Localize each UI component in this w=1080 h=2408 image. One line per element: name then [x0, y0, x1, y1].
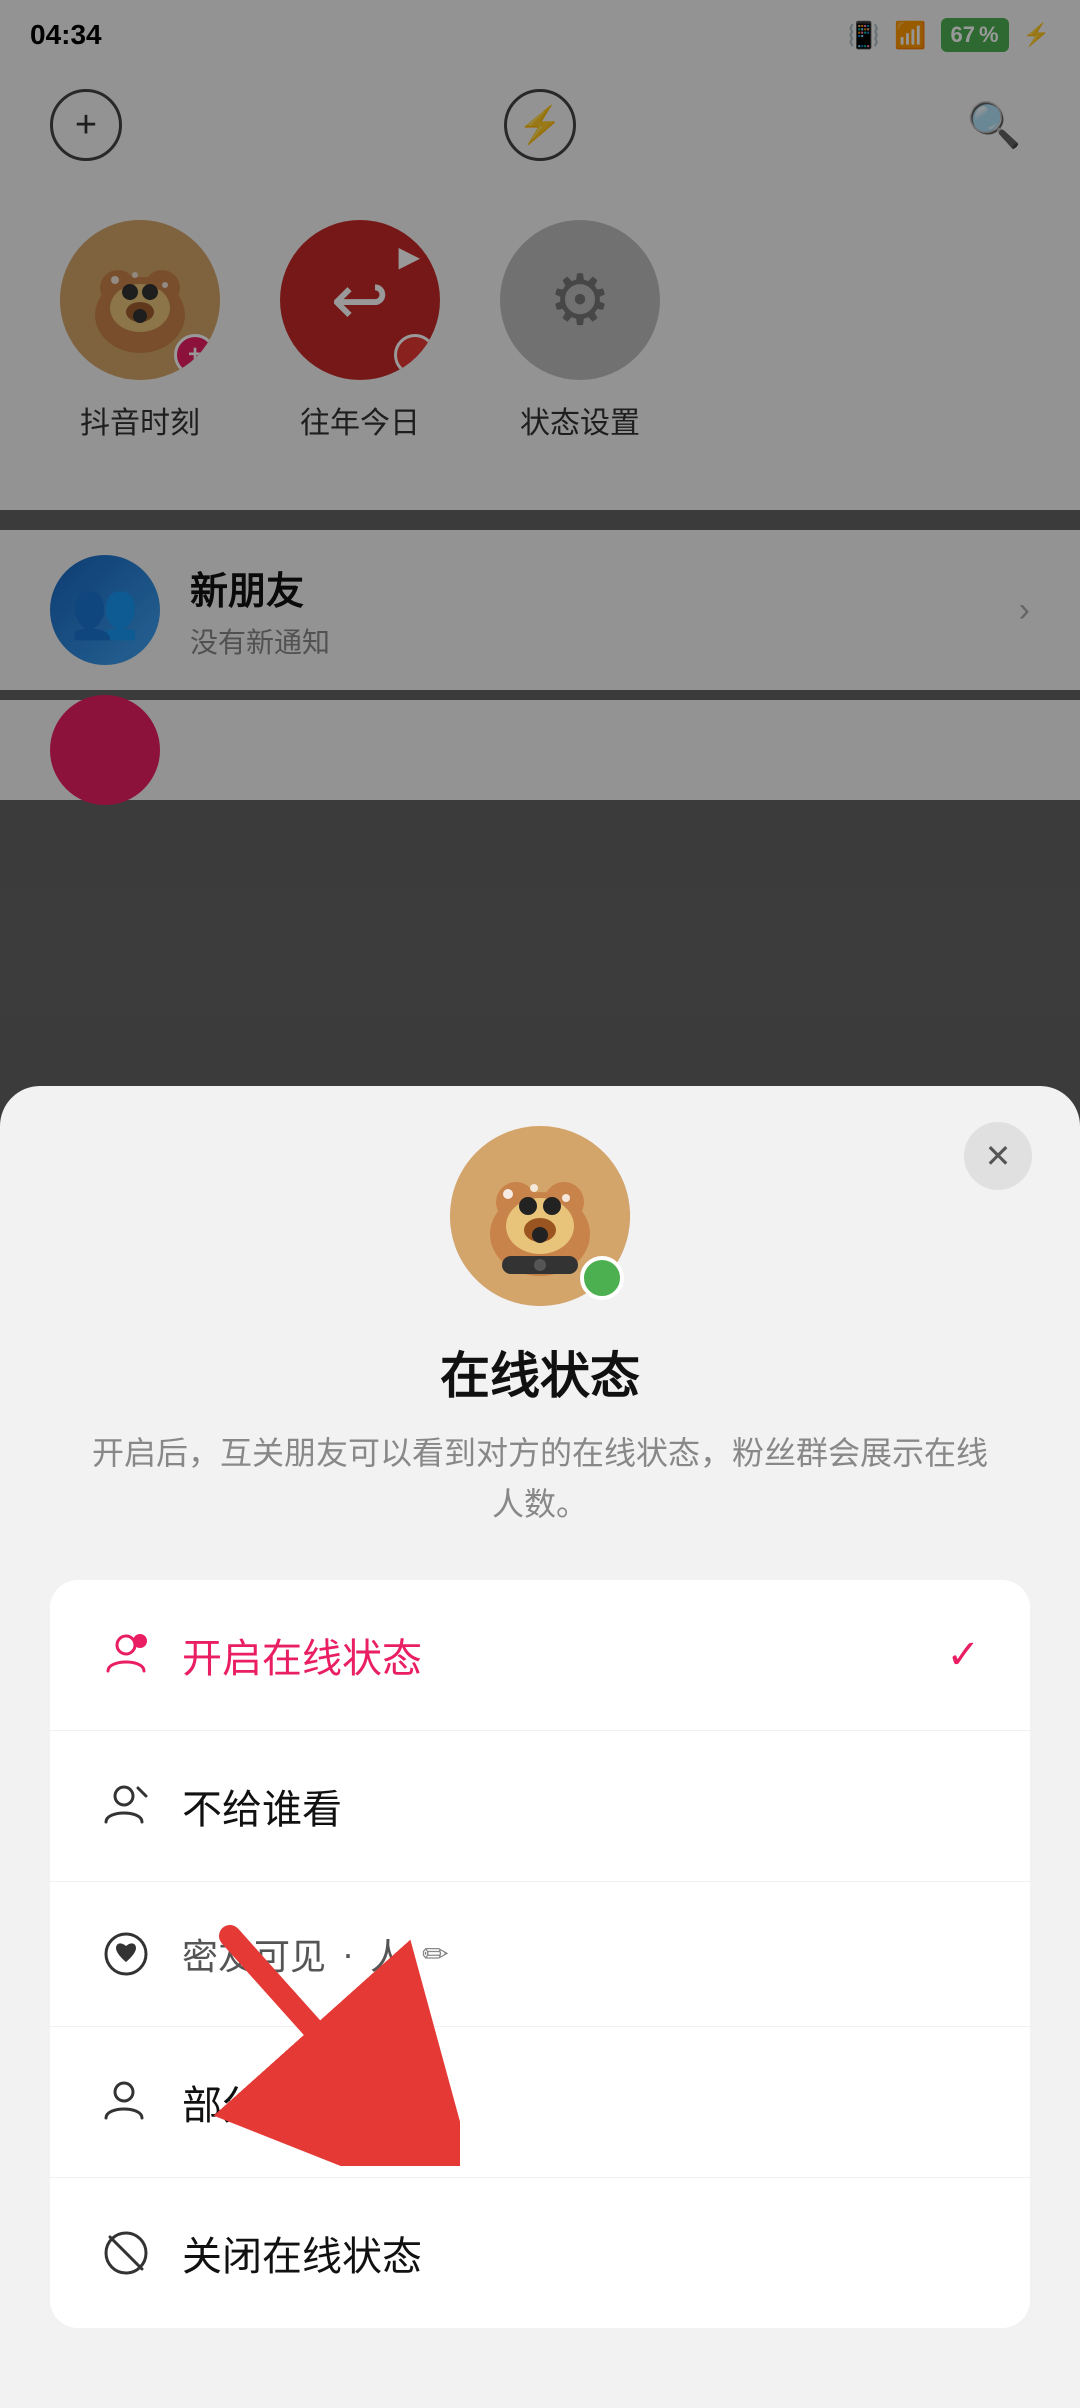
close-friends-label: 密友可见 · 人 ✏	[182, 1928, 449, 1980]
options-card: 开启在线状态 ✓ 不给谁看	[50, 1580, 1030, 2328]
partial-label: 部分可见	[182, 2073, 980, 2131]
modal-avatar-wrapper	[450, 1126, 630, 1306]
edit-icon[interactable]: ✏	[422, 1935, 449, 1973]
person-online-icon	[100, 1631, 152, 1679]
option-disable[interactable]: 关闭在线状态	[50, 2178, 1030, 2328]
close-friends-text: 密友可见	[182, 1928, 326, 1980]
modal-title: 在线状态	[50, 1336, 1030, 1408]
hide-label: 不给谁看	[182, 1777, 980, 1835]
close-friends-icon-svg	[102, 1930, 150, 1978]
partial-icon-svg	[102, 2078, 150, 2126]
online-status-dot	[580, 1256, 624, 1300]
modal-description: 开启后，互关朋友可以看到对方的在线状态，粉丝群会展示在线人数。	[50, 1428, 1030, 1530]
option-partial[interactable]: 部分可见	[50, 2027, 1030, 2178]
person-hide-icon	[100, 1782, 152, 1830]
option-hide[interactable]: 不给谁看	[50, 1731, 1030, 1882]
disable-icon-svg	[102, 2229, 150, 2277]
heart-location-icon	[100, 1930, 152, 1978]
person-partial-icon	[100, 2078, 152, 2126]
enable-online-label: 开启在线状态	[182, 1626, 946, 1684]
disable-label: 关闭在线状态	[182, 2224, 980, 2282]
close-friends-count: 人	[370, 1928, 406, 1980]
modal-sheet: ✕	[0, 1086, 1080, 2408]
no-circle-icon	[100, 2229, 152, 2277]
close-friends-dot: ·	[342, 1933, 354, 1975]
modal-overlay[interactable]: ✕	[0, 0, 1080, 2408]
modal-avatar-container	[50, 1126, 1030, 1306]
option-enable-online[interactable]: 开启在线状态 ✓	[50, 1580, 1030, 1731]
check-icon: ✓	[946, 1632, 980, 1678]
option-close-friends[interactable]: 密友可见 · 人 ✏	[50, 1882, 1030, 2027]
modal-desc-text: 开启后，互关朋友可以看到对方的在线状态，粉丝群会展示在线人数。	[92, 1435, 988, 1522]
enable-icon-svg	[102, 1631, 150, 1679]
hide-icon-svg	[102, 1782, 150, 1830]
